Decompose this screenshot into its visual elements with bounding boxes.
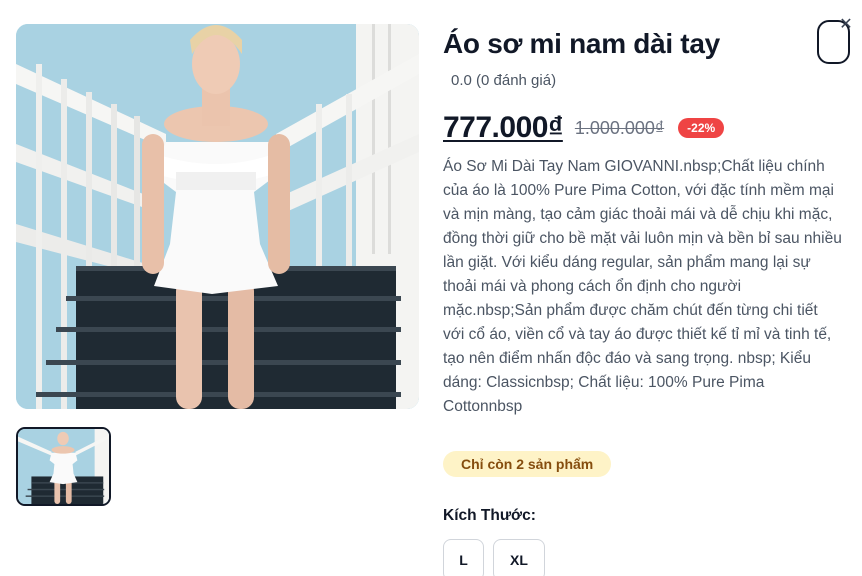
size-label: Kích Thước: xyxy=(443,507,536,524)
size-options: L XL xyxy=(443,539,843,576)
product-description: Áo Sơ Mi Dài Tay Nam GIOVANNI.nbsp;Chất … xyxy=(443,158,842,415)
close-icon[interactable]: ✕ xyxy=(838,16,854,32)
original-price: 1.000.000₫ xyxy=(574,117,665,138)
stock-badge: Chỉ còn 2 sản phẩm xyxy=(443,451,612,477)
rating-text: 0.0 (0 đánh giá) xyxy=(451,72,557,89)
thumbnail-selected[interactable] xyxy=(16,427,111,506)
product-gallery xyxy=(16,24,420,506)
size-option-xl[interactable]: XL xyxy=(493,539,545,576)
thumbnail-list xyxy=(16,427,420,506)
size-option-l[interactable]: L xyxy=(443,539,484,576)
discount-badge: -22% xyxy=(678,118,725,138)
product-title: Áo sơ mi nam dài tay xyxy=(443,28,720,59)
price-row: 777.000₫ 1.000.000₫ -22% xyxy=(443,111,843,145)
product-info: Áo sơ mi nam dài tay 0.0 (0 đánh giá) 77… xyxy=(443,24,843,576)
current-price: 777.000₫ xyxy=(443,111,563,144)
main-product-image xyxy=(16,24,419,409)
